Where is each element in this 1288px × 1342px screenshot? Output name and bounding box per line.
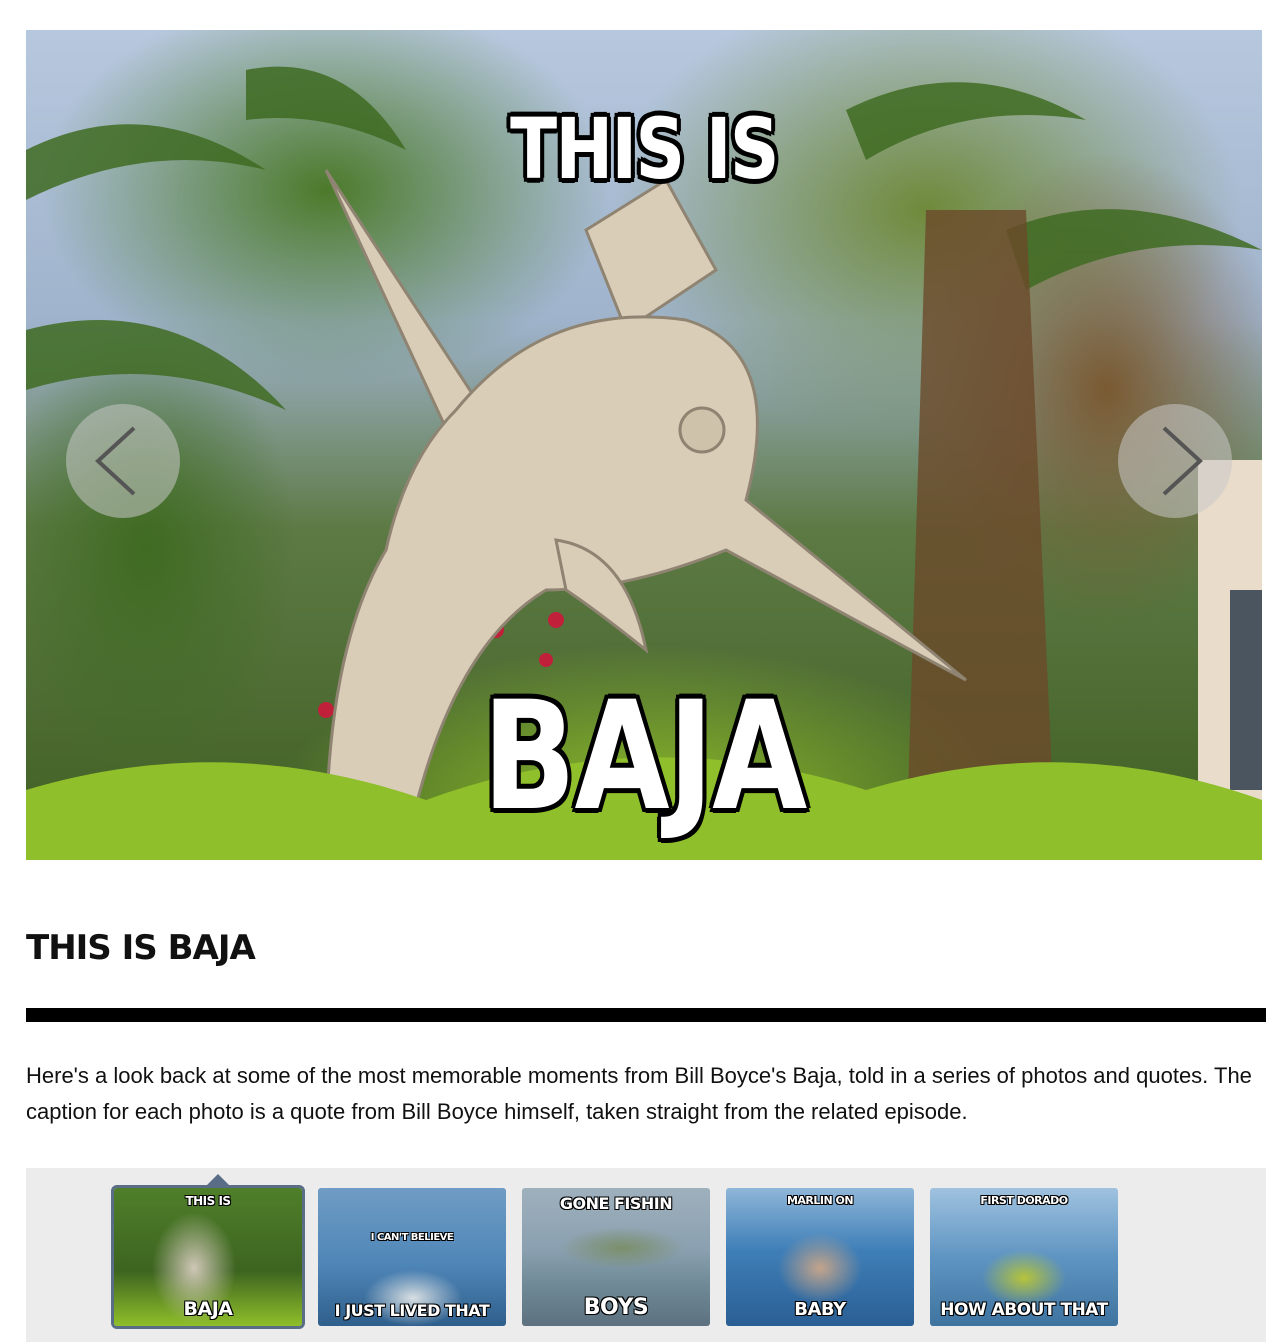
- thumbnail-caption-bottom: BAJA: [183, 1298, 233, 1320]
- thumbnail-3[interactable]: GONE FISHIN BOYS: [522, 1188, 710, 1326]
- thumbnail-4[interactable]: MARLIN ON BABY: [726, 1188, 914, 1326]
- thumbnail-caption-top: MARLIN ON: [786, 1194, 854, 1207]
- chevron-right-icon: [1162, 426, 1203, 496]
- thumbnail-1[interactable]: THIS IS BAJA: [114, 1188, 302, 1326]
- active-thumbnail-pointer: [204, 1174, 232, 1188]
- next-slide-button[interactable]: [1118, 404, 1232, 518]
- article-description: Here's a look back at some of the most m…: [26, 1063, 1252, 1124]
- thumbnail-caption-bottom: I JUST LIVED THAT: [334, 1301, 490, 1320]
- thumbnail-caption-bottom: BOYS: [583, 1295, 649, 1320]
- thumbnail-caption-top: GONE FISHIN: [559, 1194, 673, 1213]
- thumbnail-caption-bottom: HOW ABOUT THAT: [940, 1300, 1108, 1320]
- thumbnail-strip: THIS IS BAJA I CAN'T BELIEVE I JUST LIVE…: [26, 1168, 1266, 1342]
- thumbnail-caption-top: FIRST DORADO: [980, 1194, 1068, 1207]
- slide-caption-bottom: BAJA: [482, 670, 807, 844]
- previous-slide-button[interactable]: [66, 404, 180, 518]
- slide-caption-top: THIS IS: [510, 100, 779, 198]
- title-divider: [26, 1008, 1266, 1022]
- thumbnail-caption-bottom: BABY: [794, 1299, 846, 1320]
- page-title: THIS IS BAJA: [26, 928, 256, 968]
- chevron-left-icon: [95, 426, 136, 496]
- thumbnail-caption-top: THIS IS: [185, 1194, 231, 1208]
- thumbnail-2[interactable]: I CAN'T BELIEVE I JUST LIVED THAT: [318, 1188, 506, 1326]
- thumbnail-5[interactable]: FIRST DORADO HOW ABOUT THAT: [930, 1188, 1118, 1326]
- slideshow-image: THIS IS BAJA: [26, 30, 1262, 860]
- thumbnail-caption-middle: I CAN'T BELIEVE: [370, 1232, 454, 1243]
